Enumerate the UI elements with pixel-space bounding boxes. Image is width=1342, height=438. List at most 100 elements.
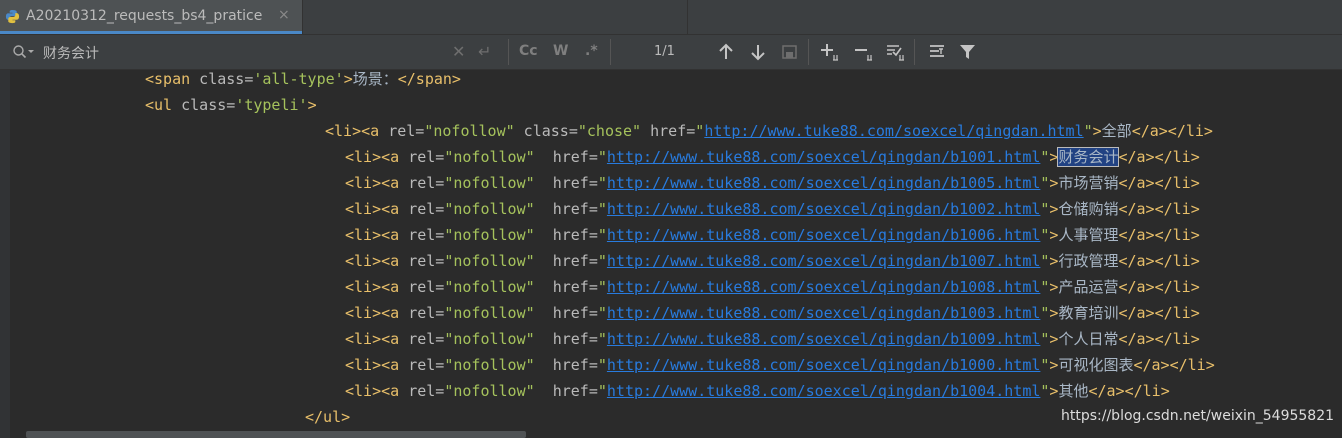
tag: <li> [345,304,382,322]
tag: </a></li> [1088,382,1170,400]
attr-value: " [597,148,607,166]
tag: <span [145,70,191,88]
attr-value: " [1083,122,1093,140]
search-icon[interactable] [12,44,34,60]
find-bar: 财务会计 ✕ ↵ Cc W .* 1/1 [0,35,1342,70]
attr-value: "nofollow" [444,174,535,192]
tag-text: 个人日常 [1058,330,1119,348]
attr-name: href= [552,252,598,270]
tag: </a></li> [1133,356,1215,374]
url-link[interactable]: http://www.tuke88.com/soexcel/qingdan/b1… [607,200,1040,218]
select-all-icon[interactable] [780,43,800,61]
attr-value: "chose" [577,122,642,140]
tag: <li> [345,278,382,296]
tag-text: 全部 [1101,122,1132,140]
attr-value: 'all-type' [253,70,344,88]
url-link[interactable]: http://www.tuke88.com/soexcel/qingdan/b1… [607,174,1040,192]
code-editor[interactable]: <span class='all-type'>场景：</span> <ul cl… [0,70,1342,438]
tag-text: 产品运营 [1058,278,1119,296]
add-selection-icon[interactable] [820,43,840,61]
tag: <a [381,304,400,322]
tag: </a></li> [1118,252,1200,270]
attr-value: "nofollow" [444,252,535,270]
attr-value: 'typeli' [235,96,308,114]
tag: <li> [345,226,382,244]
divider [914,39,915,65]
code-line: <li><a rel="nofollow" href="http://www.t… [345,300,1200,326]
url-link[interactable]: http://www.tuke88.com/soexcel/qingdan/b1… [607,356,1040,374]
select-all-occurrences-icon[interactable] [886,43,906,61]
tag: </a></li> [1118,174,1200,192]
url-link[interactable]: http://www.tuke88.com/soexcel/qingdan/b1… [607,304,1040,322]
tab-file[interactable]: A20210312_requests_bs4_pratice × [0,0,302,34]
tag: <a [381,330,400,348]
tag-text: 人事管理 [1058,226,1119,244]
attr-name: rel= [399,304,445,322]
remove-selection-icon[interactable] [854,43,874,61]
tag: <a [381,226,400,244]
tag: > [307,96,317,114]
code-line: <li><a rel="nofollow" href="http://www.t… [345,248,1200,274]
tag: </span> [397,70,461,88]
attr-value: "nofollow" [444,200,535,218]
tag: </a></li> [1118,226,1200,244]
match-case-toggle[interactable]: Cc [519,43,538,59]
url-link[interactable]: http://www.tuke88.com/soexcel/qingdan.ht… [704,122,1083,140]
url-link[interactable]: http://www.tuke88.com/soexcel/qingdan/b1… [607,330,1040,348]
tag: > [1092,122,1102,140]
attr-name: class= [514,122,578,140]
tag: </a></li> [1118,148,1200,166]
code-line: <li><a rel="nofollow" href="http://www.t… [345,196,1200,222]
words-toggle[interactable]: W [553,43,568,59]
filter-settings-icon[interactable] [928,43,948,61]
prev-occurrence-icon[interactable] [716,43,736,61]
code-line: <li><a rel="nofollow" href="http://www.t… [345,378,1170,404]
tag: </a></li> [1118,330,1200,348]
url-link[interactable]: http://www.tuke88.com/soexcel/qingdan/b1… [607,278,1040,296]
attr-name: class= [190,70,254,88]
tag-text: 行政管理 [1058,252,1119,270]
url-link[interactable]: http://www.tuke88.com/soexcel/qingdan/b1… [607,252,1040,270]
attr-name: href= [552,278,598,296]
newline-icon[interactable]: ↵ [478,42,491,61]
tag: </a></li> [1118,278,1200,296]
attr-name: href= [641,122,696,140]
next-occurrence-icon[interactable] [748,43,768,61]
attr-value: "nofollow" [444,148,535,166]
regex-toggle[interactable]: .* [585,43,598,59]
attr-value: " [597,278,607,296]
clear-icon[interactable]: ✕ [452,42,465,61]
code-line: <li><a rel="nofollow" href="http://www.t… [345,326,1200,352]
attr-value: "nofollow" [444,382,535,400]
divider [508,39,509,65]
attr-value: " [597,330,607,348]
tag: <li> [345,174,382,192]
search-input[interactable]: 财务会计 ✕ ↵ [0,35,508,69]
tag-text: 教育培训 [1058,304,1119,322]
filter-icon[interactable] [958,43,978,61]
tag: <ul [145,96,173,114]
url-link[interactable]: http://www.tuke88.com/soexcel/qingdan/b1… [607,226,1040,244]
code-line: </ul> [305,404,350,430]
tag: <li> [345,330,382,348]
attr-name: rel= [399,382,445,400]
url-link[interactable]: http://www.tuke88.com/soexcel/qingdan/b1… [607,382,1040,400]
tag: <a [381,148,400,166]
url-link[interactable]: http://www.tuke88.com/soexcel/qingdan/b1… [607,148,1040,166]
code-line: <li><a rel="nofollow" href="http://www.t… [345,170,1200,196]
tag: <li> [325,122,362,140]
tab-title: A20210312_requests_bs4_pratice [26,8,263,24]
close-icon[interactable]: × [278,7,290,23]
tag: <li> [345,148,382,166]
attr-name: href= [552,148,598,166]
attr-value: "nofollow" [444,356,535,374]
search-query: 财务会计 [43,46,99,62]
horizontal-scrollbar[interactable] [26,431,526,438]
tag: <li> [345,356,382,374]
tag: <a [381,382,400,400]
tag: <a [381,278,400,296]
